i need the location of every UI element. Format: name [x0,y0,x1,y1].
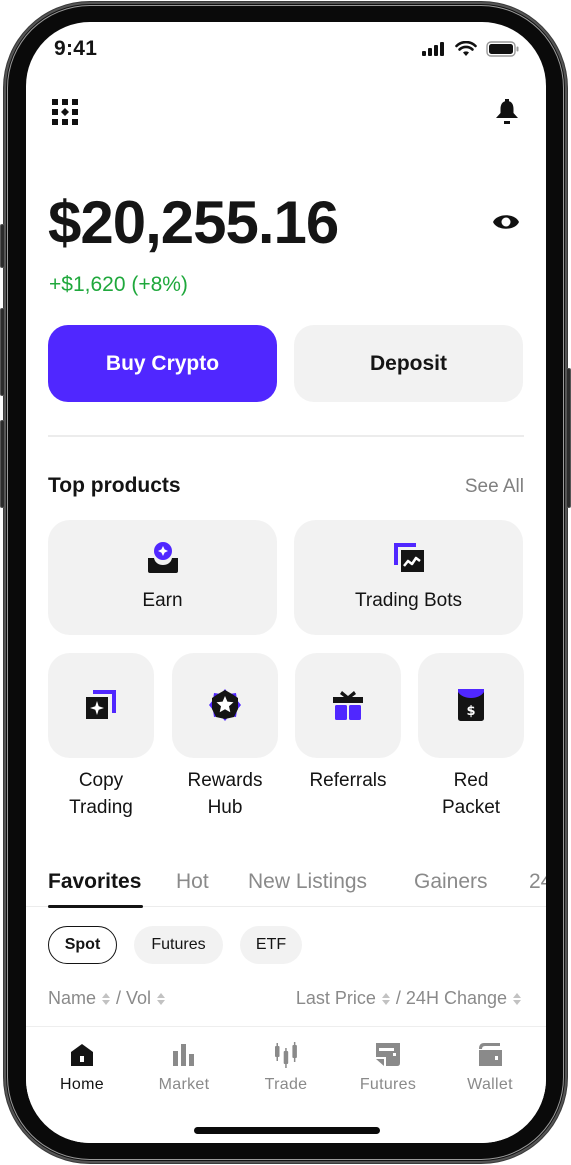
home-indicator[interactable] [194,1127,380,1134]
sort-icon[interactable] [512,992,522,1006]
gift-icon [333,691,363,720]
action-button [0,224,5,268]
red-packet-icon: $ [458,689,484,721]
column-24h-change[interactable]: / 24H Change [396,988,507,1009]
volume-down-button [0,420,5,508]
product-label: Earn [142,590,183,611]
tab-gainers[interactable]: Gainers [414,870,488,894]
product-card-trading-bots[interactable]: Trading Bots [294,520,523,635]
total-balance: $20,255.16 [48,189,339,256]
nav-market[interactable]: Market [134,1041,234,1094]
product-label-rewards-hub: Rewards Hub [172,767,278,821]
earn-icon [147,542,178,573]
label-line: Rewards [187,770,263,791]
product-card-earn[interactable]: Earn [48,520,277,635]
copy-trading-icon [86,690,116,719]
futures-icon [376,1043,400,1066]
wallet-icon [479,1043,502,1066]
top-bar [52,97,520,127]
product-card-referrals[interactable] [295,653,401,758]
buy-crypto-button[interactable]: Buy Crypto [48,325,277,402]
tab-new-listings[interactable]: New Listings [248,870,367,894]
chip-spot[interactable]: Spot [48,926,117,964]
label-line: Referrals [309,770,387,791]
chip-futures[interactable]: Futures [134,926,223,964]
sort-icon[interactable] [156,992,166,1006]
product-card-rewards-hub[interactable] [172,653,278,758]
sort-icon[interactable] [381,992,391,1006]
status-time: 9:41 [54,37,98,60]
nav-label: Wallet [467,1076,513,1093]
active-tab-indicator [48,905,143,908]
column-vol[interactable]: / Vol [116,988,151,1009]
cellular-signal-icon [422,42,444,56]
trading-bots-icon [393,543,424,572]
top-products-title: Top products [48,474,181,497]
nav-label: Futures [359,1076,417,1093]
grid-apps-icon[interactable] [52,99,78,125]
status-icons [422,41,520,57]
label-line: Red [453,770,489,791]
product-label-copy-trading: Copy Trading [48,767,154,821]
product-card-red-packet[interactable]: $ [418,653,524,758]
nav-home[interactable]: Home [32,1041,132,1094]
column-name[interactable]: Name [48,988,96,1009]
power-button [566,368,571,508]
battery-icon [486,41,519,57]
balance-change: +$1,620 (+8%) [49,273,188,296]
candlestick-icon [275,1042,297,1068]
svg-text:$: $ [466,704,475,719]
product-label-red-packet: Red Packet [418,767,524,821]
product-label: Trading Bots [354,590,462,611]
wifi-icon [455,41,477,56]
deposit-button[interactable]: Deposit [294,325,523,402]
nav-wallet[interactable]: Wallet [440,1041,540,1094]
tab-hot[interactable]: Hot [176,870,209,894]
chip-etf[interactable]: ETF [240,926,302,964]
nav-trade[interactable]: Trade [236,1041,336,1094]
column-header-price-change: Last Price / 24H Change [296,988,522,1009]
product-card-copy-trading[interactable] [48,653,154,758]
product-label-referrals: Referrals [295,767,401,794]
tab-favorites[interactable]: Favorites [48,870,141,894]
tab-24h[interactable]: 24 [529,870,546,894]
sort-icon[interactable] [101,992,111,1006]
section-divider [48,435,524,437]
bar-chart-icon [173,1044,194,1066]
see-all-link[interactable]: See All [465,476,524,498]
label-line: Copy [78,770,124,791]
home-icon [71,1044,93,1066]
bell-icon[interactable] [494,99,520,125]
column-header-name-vol: Name / Vol [48,988,166,1009]
nav-label: Trade [264,1076,308,1093]
label-line: Hub [207,797,243,818]
label-line: Packet [441,797,501,818]
app-screen: 9:41 $20,255.16 +$1,620 (+8%) Buy Crypto… [26,22,546,1143]
column-last-price[interactable]: Last Price [296,988,376,1009]
market-tabs: Favorites Hot New Listings Gainers 24 [48,870,546,910]
nav-futures[interactable]: Futures [338,1041,438,1094]
volume-up-button [0,308,5,396]
bottom-nav: Home Market Trade Futures Wallet [26,1026,546,1143]
nav-label: Market [158,1076,210,1093]
nav-label: Home [60,1076,104,1093]
eye-icon[interactable] [492,210,520,234]
label-line: Trading [69,797,133,818]
rewards-badge-icon [209,689,241,721]
